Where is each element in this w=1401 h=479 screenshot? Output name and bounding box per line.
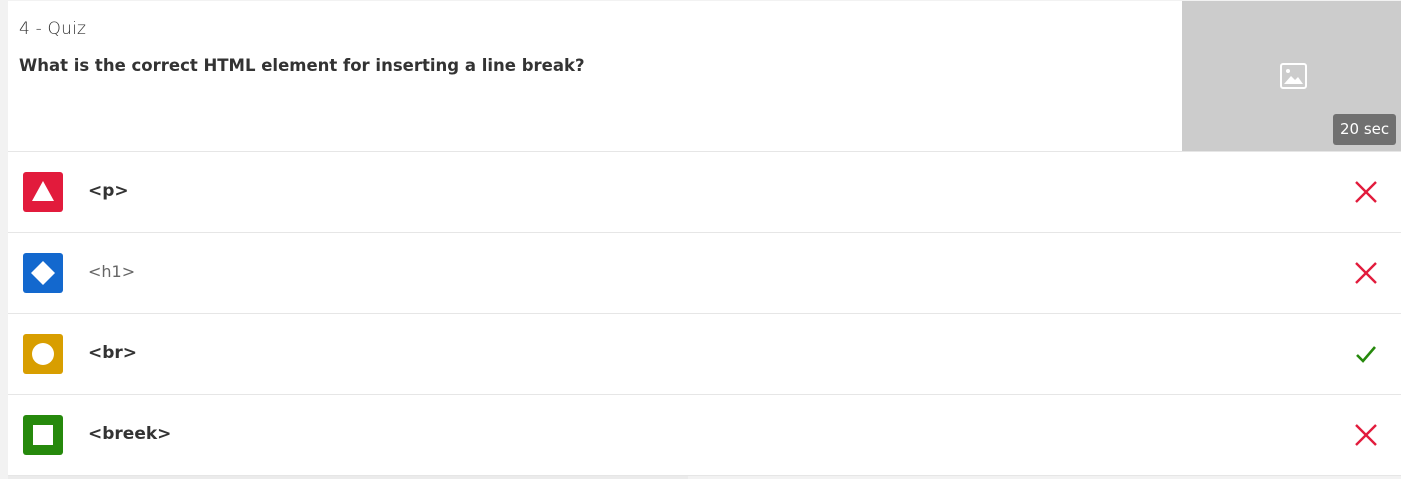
diamond-icon xyxy=(23,253,63,293)
diamond-shape xyxy=(31,261,55,285)
question-header: 4 - Quiz What is the correct HTML elemen… xyxy=(8,1,1401,152)
triangle-shape xyxy=(32,181,54,201)
answer-option-label: <breek> xyxy=(88,424,172,444)
square-shape xyxy=(33,425,53,445)
image-placeholder-icon xyxy=(1280,63,1307,89)
cross-icon xyxy=(1355,181,1377,203)
answer-option-label: <br> xyxy=(88,343,138,363)
answer-option-label: <h1> xyxy=(88,262,136,281)
answer-option-label: <p> xyxy=(88,181,129,201)
cross-icon xyxy=(1355,262,1377,284)
check-icon xyxy=(1356,346,1376,363)
quiz-question-card: 4 - Quiz What is the correct HTML elemen… xyxy=(8,1,1401,479)
answer-option-3[interactable]: <br> xyxy=(8,314,1401,395)
question-text: What is the correct HTML element for ins… xyxy=(19,56,585,75)
answer-option-1[interactable]: <p> xyxy=(8,152,1401,233)
question-media[interactable]: 20 sec xyxy=(1182,1,1401,151)
answer-option-2[interactable]: <h1> xyxy=(8,233,1401,314)
triangle-icon xyxy=(23,172,63,212)
answer-option-4[interactable]: <breek> xyxy=(8,395,1401,476)
time-limit-badge: 20 sec xyxy=(1333,114,1397,145)
question-index-label: 4 - Quiz xyxy=(19,19,87,39)
circle-shape xyxy=(32,343,54,365)
cross-icon xyxy=(1355,424,1377,446)
square-icon xyxy=(23,415,63,455)
circle-icon xyxy=(23,334,63,374)
